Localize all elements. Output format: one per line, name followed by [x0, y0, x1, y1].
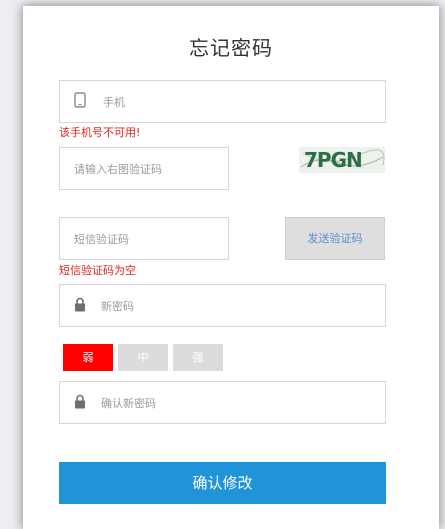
captcha-input[interactable]: 请输入右图验证码	[59, 147, 229, 190]
strength-medium: 中	[118, 344, 168, 371]
captcha-placeholder: 请输入右图验证码	[74, 162, 162, 176]
new-password-field[interactable]: 新密码	[59, 284, 386, 327]
submit-button[interactable]: 确认修改	[59, 462, 386, 504]
sms-code-error: 短信验证码为空	[59, 264, 136, 277]
captcha-image[interactable]: 7PGN	[299, 147, 385, 173]
sms-code-input[interactable]: 短信验证码	[59, 217, 229, 260]
strength-strong: 强	[173, 344, 223, 371]
lock-icon	[74, 393, 86, 412]
strength-weak: 弱	[63, 344, 113, 371]
phone-icon	[74, 91, 86, 112]
phone-field[interactable]: 手机	[59, 80, 386, 123]
confirm-password-placeholder: 确认新密码	[101, 396, 156, 410]
sms-code-placeholder: 短信验证码	[74, 232, 129, 246]
lock-icon	[74, 296, 86, 315]
send-code-button[interactable]: 发送验证码	[285, 217, 385, 260]
page-title: 忘记密码	[189, 36, 273, 60]
forgot-password-card: 忘记密码 手机 该手机号不可用! 请输入右图验证码 7PGN 短信验证码 发送验…	[23, 6, 439, 529]
confirm-password-field[interactable]: 确认新密码	[59, 381, 386, 424]
phone-error: 该手机号不可用!	[59, 126, 141, 139]
phone-placeholder: 手机	[103, 95, 125, 109]
new-password-placeholder: 新密码	[101, 299, 134, 313]
captcha-text: 7PGN	[304, 148, 362, 172]
